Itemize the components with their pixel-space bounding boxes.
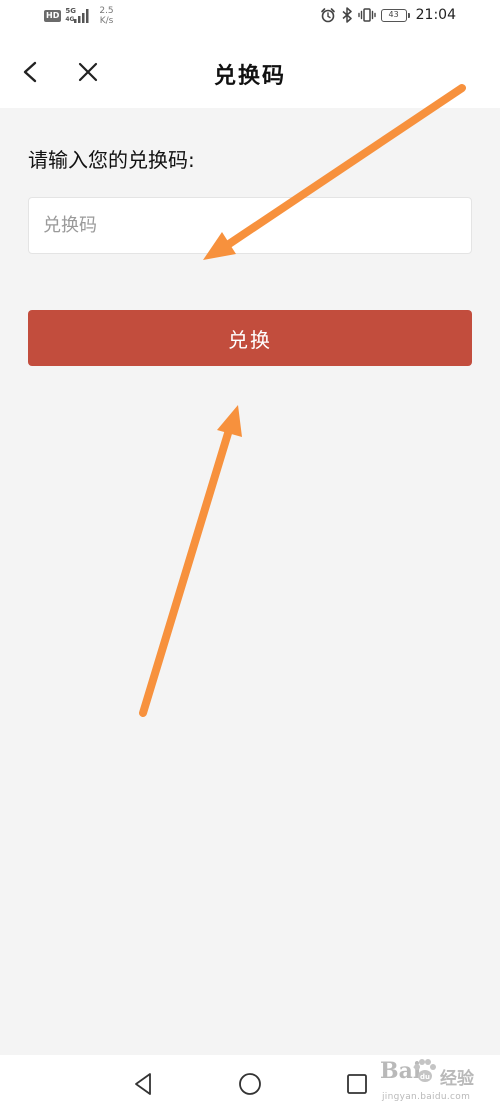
status-left: HD 5G 4G 2.5 K/s xyxy=(44,6,114,26)
status-bar: HD 5G 4G 2.5 K/s 43 21:04 xyxy=(0,0,500,36)
redeem-button[interactable]: 兑换 xyxy=(28,310,472,366)
cellular-signal-icon: 5G 4G xyxy=(65,6,91,26)
paw-icon: du xyxy=(414,1059,436,1082)
watermark-logo-cn: 经验 xyxy=(440,1069,474,1089)
page-title: 兑换码 xyxy=(213,63,286,89)
vibrate-icon xyxy=(357,8,376,22)
hd-badge: HD xyxy=(44,10,62,22)
status-right: 43 21:04 xyxy=(320,7,456,23)
nav-home-icon[interactable] xyxy=(237,1071,263,1097)
watermark-url: jingyan.baidu.com xyxy=(382,1092,471,1102)
nav-recent-icon[interactable] xyxy=(344,1071,370,1097)
svg-text:du: du xyxy=(420,1073,430,1081)
network-speed-unit: K/s xyxy=(99,16,114,26)
nav-back-icon[interactable] xyxy=(130,1071,156,1097)
code-prompt-label: 请输入您的兑换码: xyxy=(28,148,195,172)
arrow-to-button xyxy=(139,405,242,717)
battery-icon: 43 xyxy=(380,8,410,22)
network-4g-label: 4G xyxy=(65,16,75,23)
nav-header: 兑换码 xyxy=(0,36,500,108)
bluetooth-icon xyxy=(342,7,352,23)
baidu-watermark: Bai du 经验 jingyan.baidu.com xyxy=(380,1056,496,1108)
network-speed: 2.5 K/s xyxy=(99,6,113,26)
redeem-code-input[interactable] xyxy=(28,197,472,254)
network-speed-value: 2.5 xyxy=(99,6,114,16)
clock: 21:04 xyxy=(415,7,456,23)
alarm-icon xyxy=(320,8,335,23)
